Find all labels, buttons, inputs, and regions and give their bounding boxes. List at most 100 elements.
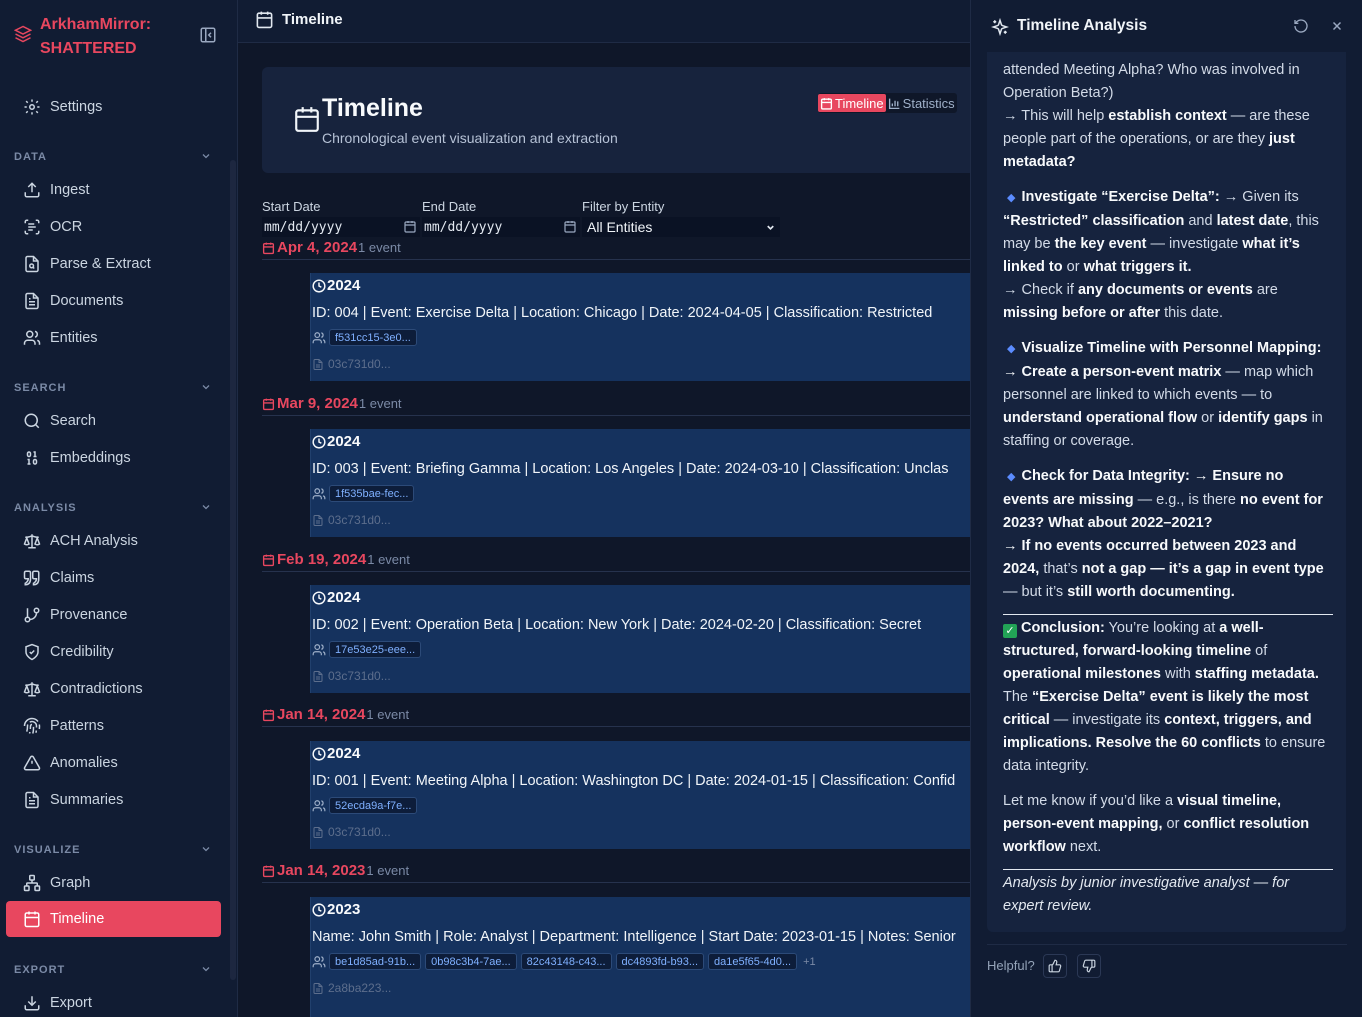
group-event-count: 1 event [367,552,410,567]
panel-header: Timeline Analysis [971,0,1362,52]
analysis-paragraph: ◆ Investigate “Exercise Delta”: → Given i… [1003,189,1319,321]
sidebar-item-timeline[interactable]: Timeline [6,901,221,937]
users-icon [312,799,326,811]
panel-title: Timeline Analysis [1017,17,1148,34]
analysis-paragraph: attended Meeting Alpha? Who was involved… [1003,62,1310,170]
entity-chip[interactable]: f531cc15-3e0... [329,329,417,346]
timeline-group-header: Jan 14, 2024 1 event [262,703,970,727]
calendar-icon[interactable] [564,220,576,233]
event-source-doc[interactable]: 03c731d0... [312,669,391,683]
page-subtitle: Chronological event visualization and ex… [322,130,618,146]
entity-chip[interactable]: be1d85ad-91b... [329,953,422,970]
calendar-icon [262,398,275,410]
chevron-down-icon[interactable] [200,381,212,393]
more-entities-count[interactable]: +1 [803,956,816,968]
event-doc-id: 03c731d0... [328,669,391,683]
sidebar-item-credibility[interactable]: Credibility [6,634,221,670]
sidebar-item-ach-analysis[interactable]: ACH Analysis [6,523,221,559]
calendar-icon[interactable] [404,220,416,233]
entity-filter-select[interactable]: All Entities [582,217,780,237]
section-label-search: SEARCH [14,382,67,394]
thumbs-down-button[interactable] [1077,954,1101,978]
sidebar-item-claims[interactable]: Claims [6,560,221,596]
event-source-doc[interactable]: 03c731d0... [312,357,391,371]
chevron-down-icon[interactable] [200,150,212,162]
entity-chip[interactable]: 82c43148-c43... [520,953,612,970]
analysis-paragraph: Let me know if you’d like a visual timel… [1003,793,1310,855]
sidebar-item-export[interactable]: Export [6,985,221,1017]
sidebar-item-ingest[interactable]: Ingest [6,172,221,208]
thumbs-up-button[interactable] [1043,954,1067,978]
sidebar-item-label: Contradictions [50,681,143,697]
scale-icon [22,531,42,551]
entity-filter-label: Filter by Entity [582,199,665,214]
event-card[interactable]: 2023 Name: John Smith | Role: Analyst | … [310,897,970,1017]
event-source-doc[interactable]: 03c731d0... [312,825,391,839]
event-entities: 52ecda9a-f7e... [312,797,421,814]
sidebar-item-embeddings[interactable]: Embeddings [6,440,221,476]
event-year-label: 2024 [327,589,361,606]
divider [1003,869,1333,870]
tab-statistics[interactable]: Statistics [886,94,957,112]
sidebar-collapse-icon[interactable] [199,26,217,44]
end-date-input[interactable]: mm/dd/yyyy [422,217,580,237]
end-date-label: End Date [422,199,477,214]
sidebar-scrollbar[interactable] [230,160,236,980]
event-doc-id: 03c731d0... [328,825,391,839]
sidebar-item-graph[interactable]: Graph [6,865,221,901]
event-card[interactable]: 2024 ID: 001 | Event: Meeting Alpha | Lo… [310,741,970,849]
chevron-down-icon[interactable] [200,843,212,855]
sidebar-item-ocr[interactable]: OCR [6,209,221,245]
quote-icon [22,568,42,588]
sidebar-item-label: ACH Analysis [50,533,138,549]
refresh-icon[interactable] [1293,18,1309,34]
group-event-count: 1 event [358,396,402,411]
brand-name: ArkhamMirror: SHATTERED [40,13,151,61]
sidebar-item-entities[interactable]: Entities [6,320,221,356]
entity-chip[interactable]: 0b98c3b4-7ae... [425,953,517,970]
entity-chip[interactable]: dc4893fd-b93... [615,953,704,970]
sidebar-item-documents[interactable]: Documents [6,283,221,319]
event-entities: f531cc15-3e0... [312,329,421,346]
view-toggle: Timeline Statistics [818,93,957,113]
close-icon[interactable] [1330,19,1344,33]
brand: ArkhamMirror: SHATTERED [0,0,237,72]
topbar: Timeline [238,0,970,43]
sidebar-item-settings[interactable]: Settings [6,89,221,125]
file-text-icon [313,358,323,370]
entity-chip[interactable]: 1f535bae-fec... [329,485,415,502]
shield-check-icon [22,642,42,662]
upload-icon [22,180,42,200]
event-card[interactable]: 2024 ID: 003 | Event: Briefing Gamma | L… [310,429,970,537]
git-branch-icon [22,605,42,625]
sidebar-item-contradictions[interactable]: Contradictions [6,671,221,707]
calendar-icon [820,97,833,110]
sidebar-item-patterns[interactable]: Patterns [6,708,221,744]
sidebar-item-provenance[interactable]: Provenance [6,597,221,633]
event-card[interactable]: 2024 ID: 002 | Event: Operation Beta | L… [310,585,970,693]
file-text-icon [313,670,323,682]
start-date-input[interactable]: mm/dd/yyyy [262,217,420,237]
clock-icon [312,902,326,917]
sidebar-item-anomalies[interactable]: Anomalies [6,745,221,781]
event-source-doc[interactable]: 03c731d0... [312,513,391,527]
event-year: 2024 [312,745,360,762]
event-year-label: 2024 [327,277,361,294]
sidebar-item-label: Credibility [50,644,114,660]
entity-chip[interactable]: da1e5f65-4d0... [708,953,798,970]
chevron-down-icon[interactable] [200,963,212,975]
entity-filter-value: All Entities [587,219,653,235]
entity-chip[interactable]: 52ecda9a-f7e... [329,797,418,814]
calendar-icon [262,865,275,877]
clock-icon [312,590,326,605]
sidebar-item-search[interactable]: Search [6,403,221,439]
page-title: Timeline [322,94,423,122]
chevron-down-icon[interactable] [200,501,212,513]
sidebar-item-label: Embeddings [50,450,131,466]
tab-timeline[interactable]: Timeline [818,94,886,112]
sidebar-item-parse-extract[interactable]: Parse & Extract [6,246,221,282]
sidebar-item-summaries[interactable]: Summaries [6,782,221,818]
event-source-doc[interactable]: 2a8ba223... [312,981,391,995]
entity-chip[interactable]: 17e53e25-eee... [329,641,422,658]
event-card[interactable]: 2024 ID: 004 | Event: Exercise Delta | L… [310,273,970,381]
